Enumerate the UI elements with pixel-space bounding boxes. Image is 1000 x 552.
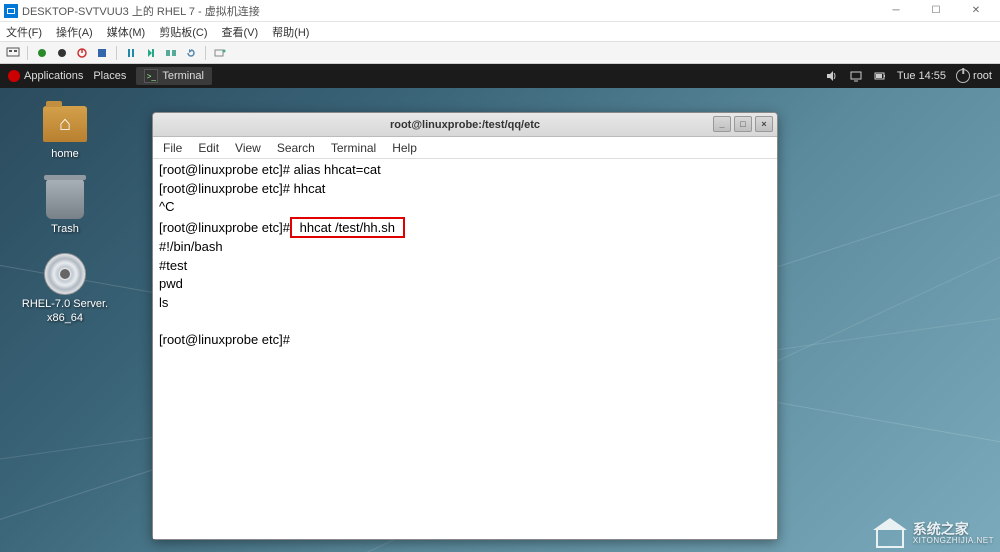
gnome-places-menu[interactable]: Places bbox=[93, 70, 126, 82]
dvd-label: RHEL-7.0 Server. x86_64 bbox=[10, 298, 120, 324]
terminal-title-text: root@linuxprobe:/test/qq/etc bbox=[390, 119, 540, 131]
highlighted-command-box: hhcat /test/hh.sh bbox=[290, 217, 405, 239]
user-menu[interactable]: root bbox=[956, 69, 992, 83]
toolbar-ctrl-alt-del-icon[interactable] bbox=[4, 45, 22, 61]
watermark-logo-icon bbox=[873, 520, 907, 548]
home-label: home bbox=[10, 148, 120, 161]
toolbar-pause-icon[interactable] bbox=[122, 45, 140, 61]
vm-maximize-button[interactable]: ☐ bbox=[916, 0, 956, 22]
trash-label: Trash bbox=[10, 223, 120, 236]
toolbar-reset-icon[interactable] bbox=[142, 45, 160, 61]
terminal-menu-view[interactable]: View bbox=[235, 141, 261, 155]
terminal-menu-file[interactable]: File bbox=[163, 141, 182, 155]
vm-minimize-button[interactable]: ─ bbox=[876, 0, 916, 22]
places-label: Places bbox=[93, 70, 126, 82]
gnome-desktop: Applications Places >_ Terminal Tue 14:5… bbox=[0, 64, 1000, 552]
term-l10: [root@linuxprobe etc]# bbox=[159, 332, 294, 347]
toolbar-save-icon[interactable] bbox=[93, 45, 111, 61]
term-l3: ^C bbox=[159, 199, 175, 214]
network-icon[interactable] bbox=[849, 69, 863, 83]
terminal-close-button[interactable]: × bbox=[755, 116, 773, 132]
vm-menu-clipboard[interactable]: 剪贴板(C) bbox=[159, 24, 207, 40]
term-l1-prompt: [root@linuxprobe etc]# bbox=[159, 162, 294, 177]
vm-toolbar bbox=[0, 42, 1000, 64]
taskbar-app-label: Terminal bbox=[162, 70, 204, 82]
toolbar-start-icon[interactable] bbox=[33, 45, 51, 61]
watermark-cn: 系统之家 bbox=[913, 522, 994, 537]
vm-menu-media[interactable]: 媒体(M) bbox=[107, 24, 146, 40]
watermark: 系统之家 XITONGZHIJIA.NET bbox=[873, 520, 994, 548]
user-label: root bbox=[973, 70, 992, 82]
terminal-titlebar[interactable]: root@linuxprobe:/test/qq/etc _ □ × bbox=[153, 113, 777, 137]
desktop-icon-trash[interactable]: Trash bbox=[10, 179, 120, 236]
volume-icon[interactable] bbox=[825, 69, 839, 83]
activities-icon bbox=[8, 70, 20, 82]
toolbar-shutdown-icon[interactable] bbox=[73, 45, 91, 61]
terminal-minimize-button[interactable]: _ bbox=[713, 116, 731, 132]
terminal-maximize-button[interactable]: □ bbox=[734, 116, 752, 132]
desktop-icon-home[interactable]: home bbox=[10, 104, 120, 161]
gnome-top-panel: Applications Places >_ Terminal Tue 14:5… bbox=[0, 64, 1000, 88]
vm-menu-view[interactable]: 查看(V) bbox=[222, 24, 259, 40]
terminal-menu-search[interactable]: Search bbox=[277, 141, 315, 155]
term-l4-cmd: hhcat /test/hh.sh bbox=[296, 220, 399, 235]
terminal-menu-help[interactable]: Help bbox=[392, 141, 417, 155]
term-l5: #!/bin/bash bbox=[159, 239, 223, 254]
term-l4-prompt: [root@linuxprobe etc]# bbox=[159, 220, 290, 235]
vm-window-title: DESKTOP-SVTVUU3 上的 RHEL 7 - 虚拟机连接 bbox=[22, 3, 876, 19]
vm-titlebar: DESKTOP-SVTVUU3 上的 RHEL 7 - 虚拟机连接 ─ ☐ ✕ bbox=[0, 0, 1000, 22]
terminal-window: root@linuxprobe:/test/qq/etc _ □ × File … bbox=[152, 112, 778, 540]
battery-icon[interactable] bbox=[873, 69, 887, 83]
toolbar-revert-icon[interactable] bbox=[182, 45, 200, 61]
term-l1-cmd: alias hhcat=cat bbox=[294, 162, 381, 177]
term-l2-prompt: [root@linuxprobe etc]# bbox=[159, 181, 294, 196]
vm-menu-file[interactable]: 文件(F) bbox=[6, 24, 42, 40]
power-icon bbox=[956, 69, 970, 83]
term-l6: #test bbox=[159, 258, 187, 273]
terminal-menubar: File Edit View Search Terminal Help bbox=[153, 137, 777, 159]
terminal-icon: >_ bbox=[144, 69, 158, 83]
trash-icon bbox=[46, 179, 84, 219]
watermark-en: XITONGZHIJIA.NET bbox=[913, 537, 994, 546]
term-l7: pwd bbox=[159, 276, 183, 291]
vm-menu-help[interactable]: 帮助(H) bbox=[272, 24, 309, 40]
clock-label[interactable]: Tue 14:55 bbox=[897, 70, 946, 82]
vm-menubar: 文件(F) 操作(A) 媒体(M) 剪贴板(C) 查看(V) 帮助(H) bbox=[0, 22, 1000, 42]
taskbar-terminal-button[interactable]: >_ Terminal bbox=[136, 67, 212, 85]
gnome-applications-menu[interactable]: Applications bbox=[8, 70, 83, 82]
toolbar-turnoff-icon[interactable] bbox=[53, 45, 71, 61]
vm-app-icon bbox=[4, 4, 18, 18]
term-l2-cmd: hhcat bbox=[294, 181, 326, 196]
toolbar-share-icon[interactable] bbox=[211, 45, 229, 61]
terminal-body[interactable]: [root@linuxprobe etc]# alias hhcat=cat [… bbox=[153, 159, 777, 539]
desktop-icon-dvd[interactable]: RHEL-7.0 Server. x86_64 bbox=[10, 254, 120, 324]
vm-close-button[interactable]: ✕ bbox=[956, 0, 996, 22]
toolbar-checkpoint-icon[interactable] bbox=[162, 45, 180, 61]
folder-home-icon bbox=[43, 106, 87, 142]
terminal-menu-terminal[interactable]: Terminal bbox=[331, 141, 376, 155]
terminal-menu-edit[interactable]: Edit bbox=[198, 141, 219, 155]
term-l8: ls bbox=[159, 295, 168, 310]
applications-label: Applications bbox=[24, 70, 83, 82]
vm-menu-action[interactable]: 操作(A) bbox=[56, 24, 93, 40]
dvd-icon bbox=[44, 253, 86, 295]
